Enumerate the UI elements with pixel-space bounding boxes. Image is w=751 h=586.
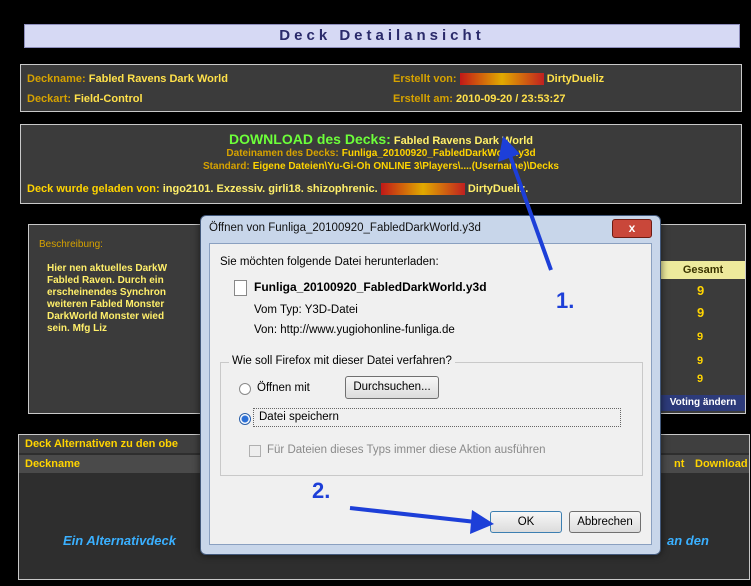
alternatives-footer-left: Ein Alternativdeck xyxy=(63,533,176,548)
type-label: Vom Typ: xyxy=(254,304,302,316)
dialog-intro: Sie möchten folgende Datei herunterladen… xyxy=(220,256,439,268)
description-line: weiteren Fabled Monster xyxy=(47,299,165,310)
action-fieldset: Wie soll Firefox mit dieser Datei verfah… xyxy=(220,355,643,476)
deckart-value: Field-Control xyxy=(74,93,143,105)
alternatives-footer-right: an den xyxy=(667,533,709,548)
creator-logo xyxy=(459,73,544,86)
download-panel: DOWNLOAD des Decks: Fabled Ravens Dark W… xyxy=(20,124,742,204)
deckart-label: Deckart: xyxy=(27,93,72,105)
from-value: http://www.yugiohonline-funliga.de xyxy=(280,324,455,336)
description-line: Fabled Raven. Durch ein xyxy=(47,275,164,286)
description-line: sein. Mfg Liz xyxy=(47,323,107,334)
download-deck-name[interactable]: Fabled Ravens Dark World xyxy=(394,135,533,147)
vote-value: 9 xyxy=(697,355,704,367)
created-at-value: 2010-09-20 / 23:53:27 xyxy=(455,93,566,105)
save-file-label[interactable]: Datei speichern xyxy=(259,411,339,423)
open-with-radio[interactable] xyxy=(239,383,251,395)
description-line: Hier nen aktuelles DarkW xyxy=(47,263,168,274)
cancel-button[interactable]: Abbrechen xyxy=(569,511,641,533)
dialog-title: Öffnen von Funliga_20100920_FabledDarkWo… xyxy=(209,222,481,234)
created-at-label: Erstellt am: xyxy=(393,93,453,105)
deck-info-panel: Deckname: Fabled Ravens Dark World Decka… xyxy=(20,64,742,112)
file-icon xyxy=(234,280,247,296)
loaded-by-last[interactable]: DirtyDueliz. xyxy=(468,183,529,195)
save-file-radio[interactable] xyxy=(239,413,251,425)
page-title: Deck Detailansicht xyxy=(24,24,740,48)
vote-value: 9 xyxy=(697,331,704,343)
voting-change-button[interactable]: Voting ändern xyxy=(661,395,745,411)
loader-logo xyxy=(380,183,465,196)
ok-button[interactable]: OK xyxy=(490,511,562,533)
browse-button[interactable]: Durchsuchen... xyxy=(345,376,439,399)
dialog-body: Sie möchten folgende Datei herunterladen… xyxy=(209,243,652,545)
annotation-step-2: 2. xyxy=(312,478,331,503)
type-value: Y3D-Datei xyxy=(304,304,358,316)
filename-value: Funliga_20100920_FabledDarkWorld.y3d xyxy=(341,148,536,159)
vote-value: 9 xyxy=(697,373,704,385)
vote-value: 9 xyxy=(697,283,705,298)
always-checkbox[interactable] xyxy=(249,445,261,457)
standard-label: Standard: xyxy=(203,161,250,172)
vote-value: 9 xyxy=(697,305,705,320)
standard-value: Eigene Dateien\Yu-Gi-Oh ONLINE 3\Players… xyxy=(252,161,559,172)
created-by-label: Erstellt von: xyxy=(393,73,457,85)
loaded-by-label: Deck wurde geladen von: xyxy=(27,183,160,195)
col-download: Download xyxy=(695,458,748,470)
close-button[interactable]: x xyxy=(612,219,652,238)
download-dialog: Öffnen von Funliga_20100920_FabledDarkWo… xyxy=(200,215,661,555)
annotation-step-1: 1. xyxy=(556,288,575,313)
description-label: Beschreibung: xyxy=(39,239,103,250)
action-question: Wie soll Firefox mit dieser Datei verfah… xyxy=(229,355,455,367)
deckname-value: Fabled Ravens Dark World xyxy=(88,73,228,85)
col-deckname: Deckname xyxy=(25,458,81,470)
filename-label: Dateinamen des Decks: xyxy=(226,148,339,159)
col-nt: nt xyxy=(674,458,685,470)
gesamt-header: Gesamt xyxy=(661,261,745,279)
open-with-label[interactable]: Öffnen mit xyxy=(257,382,310,394)
description-line: erscheinendes Synchron xyxy=(47,287,166,298)
loaded-by-value: ingo2101. Exzessiv. girli18. shizophreni… xyxy=(162,183,378,195)
created-by-value[interactable]: DirtyDueliz xyxy=(547,73,604,85)
alternatives-title: Deck Alternativen zu den obe xyxy=(25,438,179,450)
always-label[interactable]: Für Dateien dieses Typs immer diese Akti… xyxy=(267,444,545,456)
description-line: DarkWorld Monster wied xyxy=(47,311,165,322)
dialog-filename: Funliga_20100920_FabledDarkWorld.y3d xyxy=(254,280,487,294)
from-label: Von: xyxy=(254,324,278,336)
download-heading[interactable]: DOWNLOAD des Decks: xyxy=(229,131,391,147)
deckname-label: Deckname: xyxy=(27,73,86,85)
dialog-titlebar[interactable]: Öffnen von Funliga_20100920_FabledDarkWo… xyxy=(201,216,660,242)
